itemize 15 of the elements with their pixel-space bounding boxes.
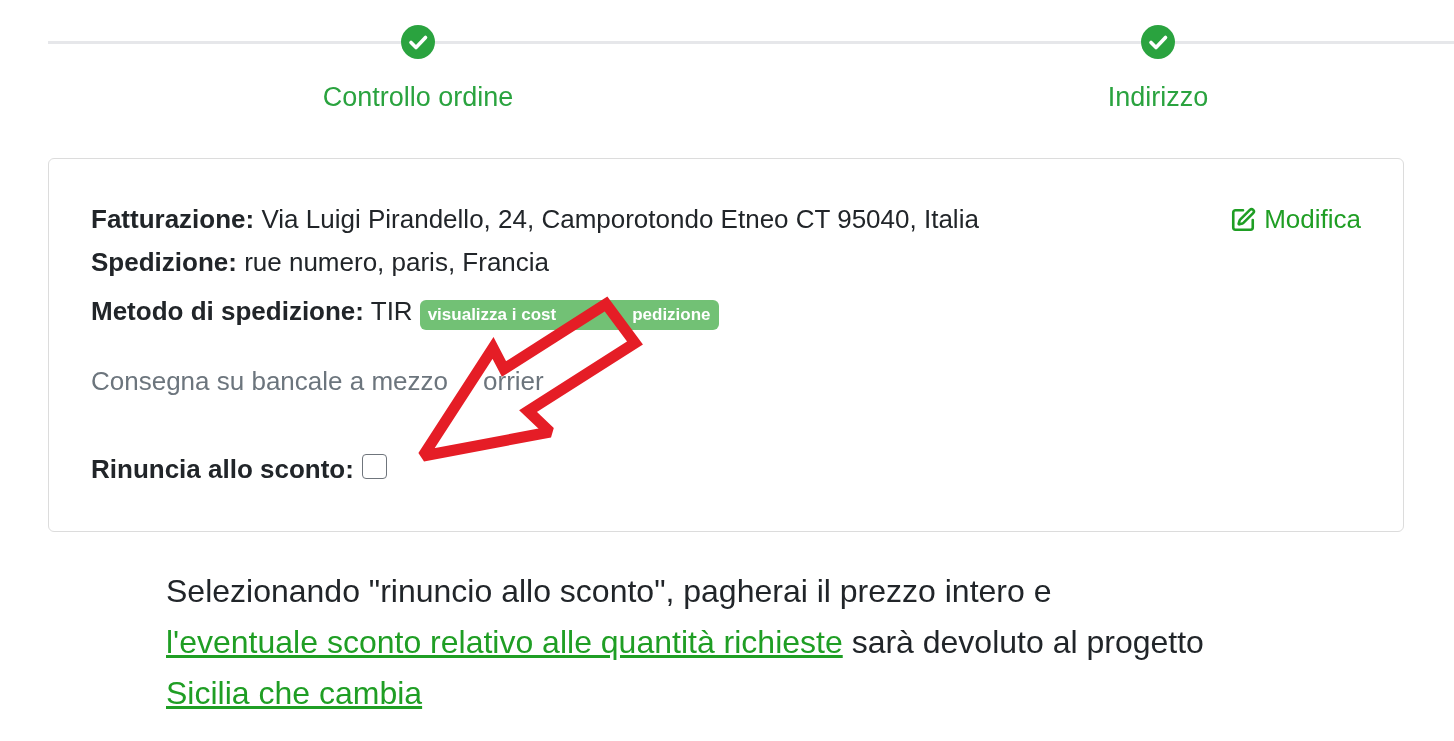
discount-waiver-label: Rinuncia allo sconto: [91,453,354,486]
step-label: Controllo ordine [322,83,514,111]
discount-note: Selezionando "rinuncio allo sconto", pagherai il prezzo intero e l'eventuale sconto relativo alle quantità richieste sarà devoluto al progetto Sicilia che cambia [166,572,1205,713]
shipping-address: Spedizione: rue numero, paris, Francia [91,246,551,279]
discount-waiver-checkbox[interactable] [361,454,387,479]
billing-address: Fatturazione: Via Luigi Pirandello, 24, Camporotondo Etneo CT 95040, Italia [91,203,979,236]
shipping-costs-link[interactable]: visualizza i cost pedizione [419,299,719,330]
note-link[interactable]: l'eventuale sconto relativo alle quantità richieste [166,624,843,660]
shipping-method: Metodo di spedizione: TIR [91,295,413,328]
shipping-note: Consegna su bancale a mezzo [91,365,448,398]
note-link[interactable]: Sicilia che cambia [166,675,423,711]
step-label: Indirizzo [1107,83,1209,111]
edit-link[interactable]: Modifica [1230,198,1361,241]
shipping-note: orrier [483,365,544,398]
edit-icon [1230,206,1257,233]
